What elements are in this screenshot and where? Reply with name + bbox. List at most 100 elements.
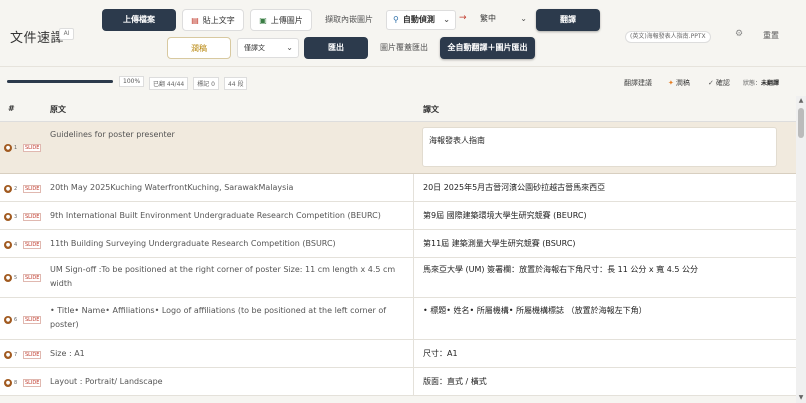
- table-row[interactable]: ● 8 SLIDE Layout : Portrait/ Landscape 版面：…: [0, 368, 796, 396]
- status-value: 未翻譯: [761, 80, 780, 87]
- target-lang-value: 繁中: [480, 14, 496, 23]
- row-badge-icon: ●: [4, 316, 12, 324]
- row-badge-icon: ●: [4, 274, 12, 282]
- clipboard-icon: ▤: [191, 16, 199, 25]
- row-target[interactable]: • 標題• 姓名• 所屬機構• 所屬機構標誌 （放置於海報左下角）: [423, 304, 783, 318]
- toolbar: 文件速譯 AI 上傳檔案 ▤ 貼上文字 ▣ 上傳圖片 擷取內嵌圖片 ⚲ 自動偵測 ⌄ →…: [0, 0, 806, 66]
- chevron-down-icon: ⌄: [286, 43, 293, 52]
- row-index: ● 2 SLIDE: [4, 185, 42, 193]
- row-tag: SLIDE: [23, 274, 42, 282]
- confirm-button[interactable]: ✓ 確認: [708, 78, 730, 88]
- row-source: UM Sign-off :To be positioned at the rig…: [50, 265, 396, 288]
- chevron-down-icon: ⌄: [443, 15, 450, 24]
- status-label: 狀態：: [743, 80, 762, 87]
- row-source: Guidelines for poster presenter: [50, 130, 175, 139]
- progress-percent: 100%: [119, 76, 145, 87]
- table-row[interactable]: ● 7 SLIDE Size : A1 尺寸：A1: [0, 340, 796, 368]
- col-source-header: 原文: [50, 105, 66, 114]
- row-target[interactable]: 20日 2025年5月古晉河濱公園砂拉越古晉馬來西亞: [423, 181, 783, 195]
- row-target[interactable]: 第9屆 國際建築環境大學生研究競賽 (BEURC): [423, 209, 783, 223]
- column-divider: [413, 340, 414, 367]
- sparkle-icon: ✦: [668, 79, 674, 87]
- row-index: ● 5 SLIDE: [4, 274, 42, 282]
- app-title: 文件速譯: [10, 31, 65, 46]
- row-source: 9th International Built Environment Unde…: [50, 211, 381, 220]
- row-source: 20th May 2025Kuching WaterfrontKuching, …: [50, 183, 294, 192]
- row-tag: SLIDE: [23, 185, 42, 193]
- row-tag: SLIDE: [23, 379, 42, 387]
- source-lang-select[interactable]: ⚲ 自動偵測 ⌄: [386, 10, 456, 30]
- row-target[interactable]: 馬來亞大學 (UM) 簽署欄：放置於海報右下角尺寸：長 11 公分 x 寬 4.…: [423, 263, 783, 277]
- check-icon: ✓: [708, 79, 714, 87]
- translated-count: 已翻 44/44: [149, 77, 189, 90]
- table-row[interactable]: ● 5 SLIDE UM Sign-off :To be positioned at…: [0, 258, 796, 298]
- chevron-down-icon: ⌄: [520, 14, 527, 23]
- row-index: ● 7 SLIDE: [4, 351, 42, 359]
- row-tag: SLIDE: [23, 144, 42, 152]
- row-source: Size : A1: [50, 349, 85, 358]
- progress-bar-area: 100% 已翻 44/44 標記 0 44 段 翻譯建議 ✦ 潤稿 ✓ 確認 狀態：未翻…: [0, 66, 806, 96]
- row-target[interactable]: 版面：直式 / 橫式: [423, 375, 783, 389]
- row-num: 2: [14, 186, 18, 192]
- upload-image-button[interactable]: ▣ 上傳圖片: [250, 9, 312, 31]
- row-target[interactable]: 尺寸：A1: [423, 347, 783, 361]
- target-lang-select[interactable]: 繁中 ⌄: [474, 10, 532, 30]
- table-row[interactable]: ● 6 SLIDE • Title• Name• Affiliations• Log…: [0, 298, 796, 340]
- scroll-down-icon[interactable]: ▼: [796, 393, 806, 403]
- row-num: 8: [14, 380, 18, 386]
- row-tag: SLIDE: [23, 316, 42, 324]
- table-row[interactable]: ● 4 SLIDE 11th Building Surveying Undergra…: [0, 230, 796, 258]
- column-divider: [413, 230, 414, 257]
- confirm-label: 確認: [715, 79, 730, 87]
- col-num-header: #: [8, 104, 15, 113]
- row-num: 5: [14, 275, 18, 281]
- row-source: Layout : Portrait/ Landscape: [50, 377, 163, 386]
- row-num: 1: [14, 145, 18, 151]
- row-num: 6: [14, 317, 18, 323]
- gear-icon[interactable]: ⚙: [735, 29, 743, 39]
- segments-count: 44 段: [223, 77, 248, 90]
- translate-suggest-button[interactable]: 翻譯建議: [624, 78, 652, 88]
- upload-file-button[interactable]: 上傳檔案: [102, 9, 176, 31]
- row-badge-icon: ●: [4, 213, 12, 221]
- column-divider: [413, 258, 414, 297]
- row-badge-icon: ●: [4, 351, 12, 359]
- progress-stats: 已翻 44/44 標記 0 44 段: [149, 77, 252, 90]
- translate-button[interactable]: 翻譯: [536, 9, 600, 31]
- table-row[interactable]: ● 1 SLIDE Guidelines for poster presenter …: [0, 122, 796, 174]
- export-button[interactable]: 匯出: [304, 37, 368, 59]
- scroll-thumb[interactable]: [798, 108, 804, 138]
- scroll-up-icon[interactable]: ▲: [796, 96, 806, 106]
- proofread-button[interactable]: 潤稿: [167, 37, 231, 59]
- reset-button[interactable]: 重置: [763, 30, 779, 41]
- paste-text-button[interactable]: ▤ 貼上文字: [182, 9, 244, 31]
- vertical-scrollbar[interactable]: ▲ ▼: [796, 96, 806, 403]
- row-badge-icon: ●: [4, 379, 12, 387]
- table-row[interactable]: ● 2 SLIDE 20th May 2025Kuching WaterfrontK…: [0, 174, 796, 202]
- filename-chip: (英文)海報發表人指南.PPTX: [625, 31, 711, 43]
- row-num: 7: [14, 352, 18, 358]
- row-target[interactable]: 第11屆 建築測量大學生研究競賽 (BSURC): [423, 237, 783, 251]
- status-indicator: 狀態：未翻譯: [743, 78, 779, 87]
- output-style-select[interactable]: 僅譯文 ⌄: [237, 38, 299, 58]
- row-tag: SLIDE: [23, 213, 42, 221]
- app-window: 文件速譯 AI 上傳檔案 ▤ 貼上文字 ▣ 上傳圖片 擷取內嵌圖片 ⚲ 自動偵測 ⌄ →…: [0, 0, 806, 403]
- upload-image-label: 上傳圖片: [270, 16, 303, 25]
- row-index: ● 4 SLIDE: [4, 241, 42, 249]
- capture-images-button[interactable]: 擷取內嵌圖片: [318, 9, 380, 31]
- column-divider: [413, 202, 414, 229]
- auto-translate-export-button[interactable]: 全自動翻譯＋圖片匯出: [440, 37, 535, 59]
- row-badge-icon: ●: [4, 144, 12, 152]
- row-num: 3: [14, 214, 18, 220]
- row-badge-icon: ●: [4, 241, 12, 249]
- row-index: ● 8 SLIDE: [4, 379, 42, 387]
- row-source: 11th Building Surveying Undergraduate Re…: [50, 239, 336, 248]
- table-row[interactable]: ● 3 SLIDE 9th International Built Environm…: [0, 202, 796, 230]
- source-lang-value: 自動偵測: [402, 15, 435, 24]
- image-overlay-export-button[interactable]: 圖片覆蓋匯出: [374, 37, 434, 59]
- proof-button[interactable]: ✦ 潤稿: [668, 78, 690, 88]
- row-index: ● 6 SLIDE: [4, 316, 42, 324]
- segment-table: ● 1 SLIDE Guidelines for poster presenter …: [0, 122, 796, 403]
- row-target[interactable]: 海報發表人指南: [429, 134, 789, 148]
- ai-badge: AI: [59, 28, 74, 40]
